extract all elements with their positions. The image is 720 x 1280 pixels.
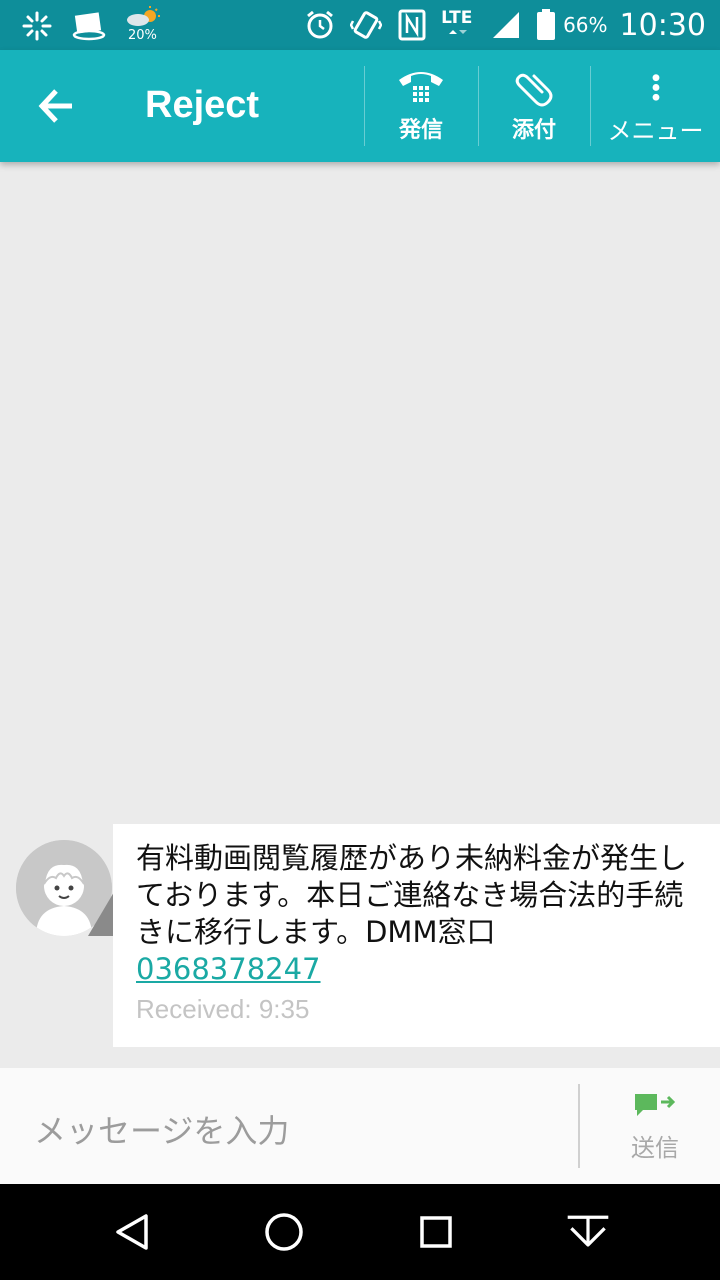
send-button[interactable]: 送信	[600, 1092, 710, 1172]
message-bubble[interactable]: 有料動画閲覧履歴があり未納料金が発生しております。本日ご連絡なき場合法的手続きに…	[113, 824, 720, 1047]
phone-icon	[399, 72, 443, 102]
battery-icon	[535, 8, 557, 42]
signal-icon	[489, 8, 523, 42]
circle-home-icon	[265, 1213, 303, 1251]
conversation-title: Reject	[145, 84, 260, 126]
nav-hide-keyboard-button[interactable]	[564, 1208, 612, 1256]
square-recents-icon	[420, 1216, 452, 1248]
nav-recents-button[interactable]	[412, 1208, 460, 1256]
menu-label: メニュー	[607, 117, 704, 145]
send-label: 送信	[631, 1134, 679, 1162]
attach-label: 添付	[511, 118, 556, 143]
hide-bar-icon	[567, 1215, 609, 1247]
weather-temp: 20%	[128, 28, 157, 43]
nav-home-button[interactable]	[260, 1208, 308, 1256]
clock: 10:30	[619, 7, 706, 43]
composer-bar: メッセージを入力 送信	[0, 1068, 720, 1184]
lte-indicator: LTE	[441, 8, 477, 42]
call-label: 発信	[398, 118, 443, 143]
app-bar: Reject 発信 添付 メニュー	[0, 50, 720, 162]
paperclip-icon	[515, 73, 553, 107]
phone-number-link[interactable]: 0368378247	[136, 951, 321, 988]
message-input[interactable]: メッセージを入力	[34, 1106, 289, 1152]
arrow-left-icon	[38, 89, 72, 123]
nfc-icon	[395, 8, 429, 42]
back-button[interactable]	[28, 78, 84, 134]
status-bar: 20% LTE 66% 10:30	[0, 0, 720, 50]
attach-button[interactable]: 添付	[479, 66, 589, 146]
battery-percent: 66%	[563, 13, 608, 37]
menu-button[interactable]: メニュー	[591, 66, 720, 146]
more-vertical-icon	[652, 74, 659, 101]
divider	[578, 1084, 580, 1168]
navigation-bar	[0, 1184, 720, 1280]
bubble-tail	[88, 892, 114, 936]
weather-icon: 20%	[124, 6, 164, 46]
message-text: 有料動画閲覧履歴があり未納料金が発生しております。本日ご連絡なき場合法的手続きに…	[136, 841, 688, 949]
nav-back-button[interactable]	[108, 1208, 156, 1256]
call-button[interactable]: 発信	[365, 66, 477, 146]
alarm-icon	[303, 8, 337, 42]
loading-icon	[20, 9, 54, 43]
vibrate-icon	[349, 8, 383, 42]
send-icon	[635, 1094, 676, 1116]
album-icon	[72, 9, 106, 43]
received-timestamp: Received: 9:35	[136, 994, 310, 1024]
triangle-back-icon	[116, 1214, 148, 1250]
